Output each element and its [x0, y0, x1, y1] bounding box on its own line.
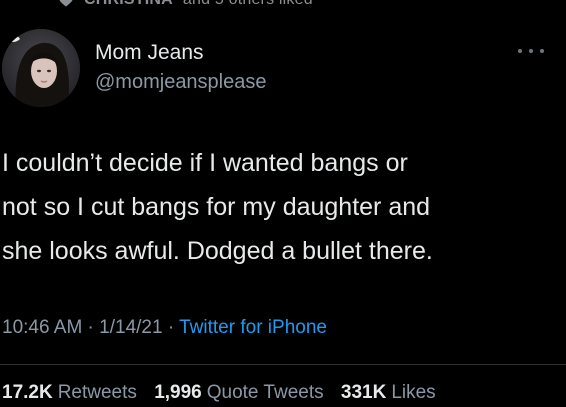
tweet-line: not so I cut bangs for my daughter and: [2, 193, 431, 221]
meta-separator: ·: [162, 317, 180, 338]
quote-tweets-stat[interactable]: 1,996 Quote Tweets: [154, 382, 323, 404]
social-context-name[interactable]: CHRISTINA: [84, 0, 173, 9]
social-context-text: and 5 others liked: [183, 0, 313, 9]
social-context[interactable]: CHRISTINA and 5 others liked: [58, 0, 313, 9]
more-dot-icon: [518, 49, 522, 53]
tweet-source-link[interactable]: Twitter for iPhone: [179, 317, 327, 338]
tweet-meta: 10:46 AM · 1/14/21 · Twitter for iPhone: [2, 317, 327, 339]
quote-tweets-label: Quote Tweets: [206, 382, 324, 403]
quote-tweets-count: 1,996: [154, 382, 202, 403]
likes-label: Likes: [391, 382, 436, 403]
user-handle[interactable]: @momjeansplease: [95, 71, 267, 93]
engagement-stats: 17.2K Retweets 1,996 Quote Tweets 331K Like…: [2, 382, 448, 404]
tweet-date[interactable]: 1/14/21: [99, 317, 162, 338]
likes-stat[interactable]: 331K Likes: [341, 382, 436, 404]
tweet-text: I couldn’t decide if I wanted bangs or n…: [2, 141, 558, 273]
meta-separator: ·: [82, 317, 100, 338]
more-dot-icon: [540, 49, 544, 53]
retweets-label: Retweets: [57, 382, 137, 403]
tweet-time[interactable]: 10:46 AM: [2, 317, 82, 338]
tweet-line: I couldn’t decide if I wanted bangs or: [2, 149, 408, 177]
retweets-stat[interactable]: 17.2K Retweets: [2, 382, 137, 404]
display-name[interactable]: Mom Jeans: [95, 41, 267, 65]
retweets-count: 17.2K: [2, 382, 53, 403]
user-info[interactable]: Mom Jeans @momjeansplease: [95, 41, 267, 93]
avatar[interactable]: [2, 29, 80, 107]
divider: [0, 364, 566, 365]
more-dot-icon: [529, 49, 533, 53]
likes-count: 331K: [340, 382, 387, 403]
more-options-button[interactable]: [518, 46, 544, 56]
tweet-line: she looks awful. Dodged a bullet there.: [2, 237, 433, 265]
heart-icon: [58, 0, 74, 8]
